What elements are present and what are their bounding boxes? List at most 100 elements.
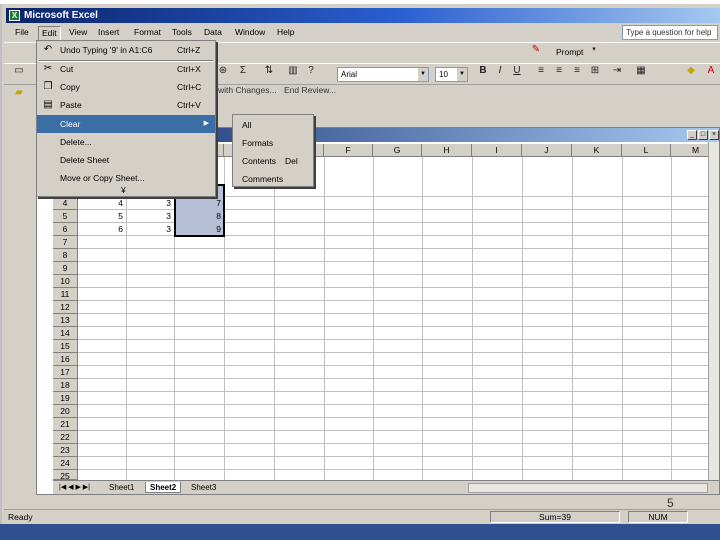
menu-item-shortcut: Ctrl+X	[177, 64, 201, 74]
menu-item-clear[interactable]: Clear ▶	[37, 115, 215, 133]
menu-file[interactable]: File	[12, 26, 32, 39]
sort-icon[interactable]: ⇅	[262, 64, 276, 78]
row-header[interactable]: 6	[53, 223, 78, 236]
row-header[interactable]: 14	[53, 327, 78, 340]
row-header[interactable]: 7	[53, 236, 78, 249]
submenu-item-contents[interactable]: Contents Del	[233, 152, 313, 170]
menu-item-cut[interactable]: ✂ Cut Ctrl+X	[37, 60, 215, 78]
row-header[interactable]: 20	[53, 405, 78, 418]
row-header[interactable]: 11	[53, 288, 78, 301]
cell-a6[interactable]: 6	[78, 223, 126, 236]
format-painter-icon[interactable]: ⊛	[216, 64, 230, 78]
row-header[interactable]: 19	[53, 392, 78, 405]
row-header[interactable]: 12	[53, 301, 78, 314]
row-header[interactable]: 16	[53, 353, 78, 366]
tab-sheet1[interactable]: Sheet1	[105, 482, 138, 493]
autosum-icon[interactable]: Σ	[236, 64, 250, 78]
menu-item-paste[interactable]: ▤ Paste Ctrl+V	[37, 96, 215, 114]
menu-edit[interactable]: Edit	[38, 26, 61, 41]
minimize-icon[interactable]: _	[687, 130, 697, 140]
column-header-h[interactable]: H	[422, 144, 472, 157]
font-name-select[interactable]: Arial ▼	[337, 67, 429, 82]
tab-scroll-icon[interactable]: |◀ ◀ ▶ ▶|	[55, 482, 94, 493]
italic-icon[interactable]: I	[493, 64, 507, 78]
submenu-item-all[interactable]: All	[233, 116, 313, 134]
pdf-icon[interactable]: ✎	[529, 43, 543, 57]
menu-insert[interactable]: Insert	[95, 26, 122, 39]
cell-c4[interactable]: 7	[174, 197, 224, 210]
menu-expand[interactable]: ¥	[37, 184, 215, 196]
menu-item-label: Undo Typing '9' in A1:C6	[60, 45, 153, 55]
chevron-down-icon[interactable]: ▾	[587, 43, 601, 57]
submenu-item-comments[interactable]: Comments	[233, 170, 313, 188]
row-header[interactable]: 23	[53, 444, 78, 457]
gridline	[422, 157, 423, 480]
menu-item-delete-sheet[interactable]: Delete Sheet	[37, 151, 215, 169]
column-header-g[interactable]: G	[373, 144, 422, 157]
underline-icon[interactable]: U	[510, 64, 524, 78]
folder-icon[interactable]: ▰	[12, 86, 26, 100]
menu-help[interactable]: Help	[274, 26, 297, 39]
column-header-k[interactable]: K	[572, 144, 622, 157]
row-header[interactable]: 8	[53, 249, 78, 262]
menu-item-undo[interactable]: ↶ Undo Typing '9' in A1:C6 Ctrl+Z	[37, 41, 215, 59]
menu-item-copy[interactable]: ❐ Copy Ctrl+C	[37, 78, 215, 96]
row-header[interactable]: 25	[53, 470, 78, 481]
column-header-i[interactable]: I	[472, 144, 522, 157]
align-right-icon[interactable]: ≡	[570, 64, 584, 78]
row-header[interactable]: 15	[53, 340, 78, 353]
restore-icon[interactable]: □	[698, 130, 708, 140]
cell-a5[interactable]: 5	[78, 210, 126, 223]
close-icon[interactable]: ×	[709, 130, 719, 140]
cell-b4[interactable]: 3	[126, 197, 174, 210]
reply-changes-link[interactable]: with Changes...	[218, 85, 277, 95]
row-header[interactable]: 5	[53, 210, 78, 223]
cell-a4[interactable]: 4	[78, 197, 126, 210]
indent-icon[interactable]: ⇥	[610, 64, 624, 78]
end-review-link[interactable]: End Review...	[284, 85, 336, 95]
menu-format[interactable]: Format	[131, 26, 164, 39]
tab-sheet2[interactable]: Sheet2	[145, 482, 182, 493]
row-header[interactable]: 18	[53, 379, 78, 392]
menu-view[interactable]: View	[66, 26, 90, 39]
fill-color-icon[interactable]: ◆	[684, 64, 698, 78]
align-center-icon[interactable]: ≡	[552, 64, 566, 78]
cell-c6[interactable]: 9	[174, 223, 224, 236]
submenu-item-formats[interactable]: Formats	[233, 134, 313, 152]
column-header-j[interactable]: J	[522, 144, 572, 157]
cell-b6[interactable]: 3	[126, 223, 174, 236]
menu-item-delete[interactable]: Delete...	[37, 133, 215, 151]
row-header[interactable]: 24	[53, 457, 78, 470]
row-header[interactable]: 9	[53, 262, 78, 275]
ask-question-input[interactable]: Type a question for help	[622, 25, 718, 40]
menu-data[interactable]: Data	[201, 26, 225, 39]
prompt-label[interactable]: Prompt	[556, 47, 583, 57]
borders-icon[interactable]: ▦	[634, 64, 648, 78]
title-bar: X Microsoft Excel	[6, 8, 720, 23]
vertical-scrollbar[interactable]	[708, 142, 719, 480]
column-header-l[interactable]: L	[622, 144, 671, 157]
gridline	[78, 404, 719, 405]
row-header[interactable]: 10	[53, 275, 78, 288]
font-size-select[interactable]: 10 ▼	[435, 67, 468, 82]
row-header[interactable]: 17	[53, 366, 78, 379]
cell-c5[interactable]: 8	[174, 210, 224, 223]
row-header[interactable]: 22	[53, 431, 78, 444]
help-icon[interactable]: ?	[304, 64, 318, 78]
font-color-icon[interactable]: A	[704, 64, 718, 78]
row-header[interactable]: 4	[53, 197, 78, 210]
cell-b5[interactable]: 3	[126, 210, 174, 223]
menu-window[interactable]: Window	[232, 26, 268, 39]
submenu-item-shortcut: Del	[285, 156, 298, 166]
horizontal-scrollbar[interactable]	[468, 483, 708, 493]
new-file-icon[interactable]: ▭	[12, 64, 26, 78]
tab-sheet3[interactable]: Sheet3	[187, 482, 220, 493]
row-header[interactable]: 13	[53, 314, 78, 327]
merge-center-icon[interactable]: ⊞	[588, 64, 602, 78]
chart-icon[interactable]: ▥	[286, 64, 300, 78]
bold-icon[interactable]: B	[476, 64, 490, 78]
row-header[interactable]: 21	[53, 418, 78, 431]
menu-tools[interactable]: Tools	[169, 26, 195, 39]
align-left-icon[interactable]: ≡	[534, 64, 548, 78]
column-header-f[interactable]: F	[324, 144, 373, 157]
